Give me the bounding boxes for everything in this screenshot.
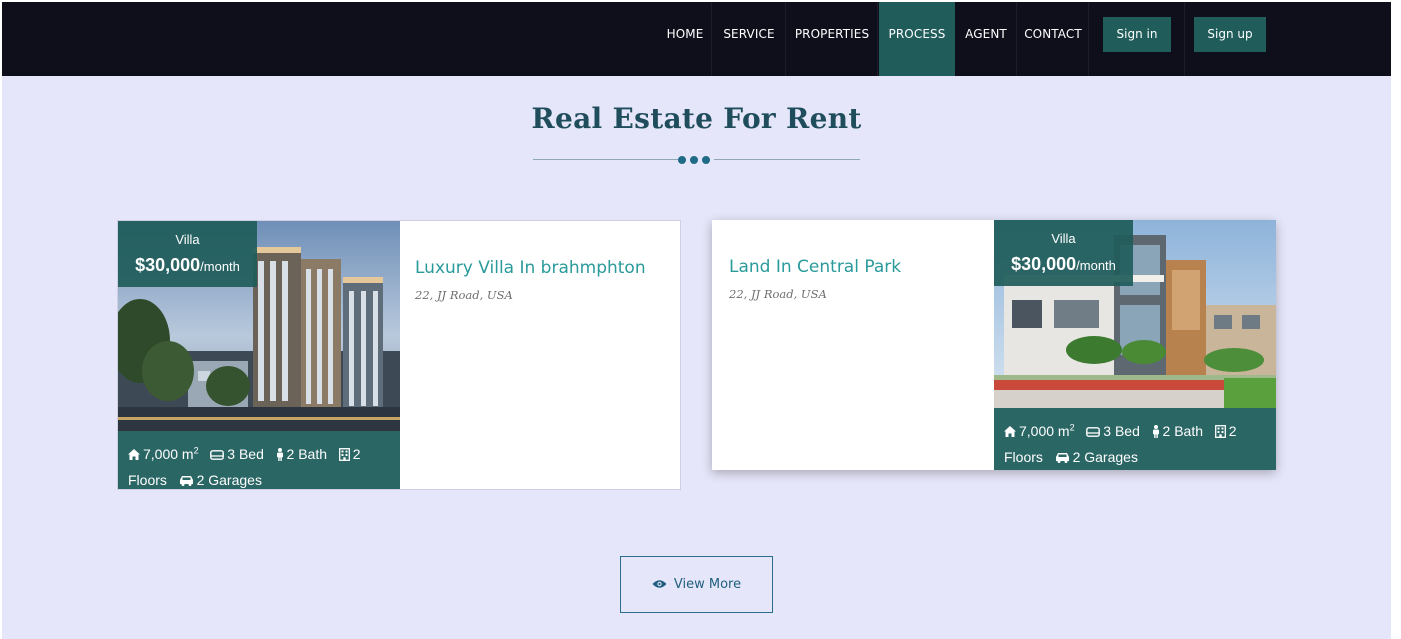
nav-contact[interactable]: CONTACT — [1018, 2, 1089, 76]
title-dot — [678, 156, 686, 164]
floors-feature: 2 — [1214, 423, 1237, 439]
home-icon — [128, 449, 140, 461]
signin-button[interactable]: Sign in — [1103, 17, 1171, 52]
nav-process[interactable]: PROCESS — [879, 2, 955, 76]
eye-icon — [652, 580, 667, 588]
listing-features: 7,000 m2 3 Bed 2 Bath 2 Floors 2 Garages — [994, 408, 1276, 470]
area-feature: 7,000 m2 — [128, 445, 203, 462]
listing-address: 22, JJ Road, USA — [415, 288, 513, 302]
listing-price: $30,000/month — [135, 255, 240, 275]
bed-icon — [210, 450, 225, 460]
bath-feature: 2 Bath — [1152, 423, 1207, 439]
floors-feature: 2 — [338, 446, 361, 462]
listing-features: 7,000 m2 3 Bed 2 Bath 2 Floors 2 Garages — [118, 431, 400, 489]
bed-feature: 3 Bed — [1086, 423, 1143, 439]
title-dot — [690, 156, 698, 164]
nav-properties[interactable]: PROPERTIES — [787, 2, 878, 76]
listing-card[interactable]: Villa $30,000/month 7,000 m2 3 Bed 2 Bat… — [117, 220, 681, 490]
title-divider-right — [714, 159, 860, 160]
car-icon — [1055, 453, 1069, 464]
building-icon — [1214, 425, 1226, 439]
listing-badge: Villa $30,000/month — [994, 220, 1133, 286]
bath-feature: 2 Bath — [276, 446, 331, 462]
floors-label: Floors — [1004, 448, 1043, 465]
section-title: Real Estate For Rent — [531, 102, 862, 135]
bed-icon — [1086, 427, 1101, 437]
listing-address: 22, JJ Road, USA — [729, 287, 827, 301]
listing-photo[interactable]: Villa $30,000/month — [118, 221, 400, 431]
page: HOME SERVICE PROPERTIES PROCESS AGENT CO… — [2, 2, 1391, 639]
listing-badge: Villa $30,000/month — [118, 221, 257, 287]
listing-price: $30,000/month — [1011, 254, 1116, 274]
nav-agent[interactable]: AGENT — [956, 2, 1017, 76]
view-more-button[interactable]: View More — [620, 556, 773, 613]
view-more-label: View More — [673, 576, 742, 592]
bath-icon — [276, 448, 283, 462]
title-divider-left — [533, 159, 678, 160]
nav-home[interactable]: HOME — [659, 2, 712, 76]
bath-icon — [1152, 425, 1159, 439]
area-feature: 7,000 m2 — [1004, 422, 1079, 439]
floors-label: Floors — [128, 471, 167, 488]
car-icon — [179, 476, 193, 487]
listing-type: Villa — [175, 232, 200, 247]
home-icon — [1004, 426, 1016, 438]
signup-button[interactable]: Sign up — [1194, 17, 1266, 52]
garage-feature: 2 Garages — [1055, 449, 1138, 465]
listing-title[interactable]: Luxury Villa In brahmphton — [415, 258, 646, 278]
title-dot — [702, 156, 710, 164]
listing-photo[interactable]: Villa $30,000/month — [994, 220, 1276, 408]
nav-service[interactable]: SERVICE — [713, 2, 786, 76]
bed-feature: 3 Bed — [210, 446, 267, 462]
listing-card[interactable]: Land In Central Park 22, JJ Road, USA Vi… — [712, 220, 1276, 470]
garage-feature: 2 Garages — [179, 472, 262, 488]
building-icon — [338, 448, 350, 462]
top-navbar: HOME SERVICE PROPERTIES PROCESS AGENT CO… — [2, 2, 1391, 76]
listing-type: Villa — [1051, 231, 1076, 246]
listing-title[interactable]: Land In Central Park — [729, 257, 901, 277]
nav-divider — [1184, 2, 1185, 76]
